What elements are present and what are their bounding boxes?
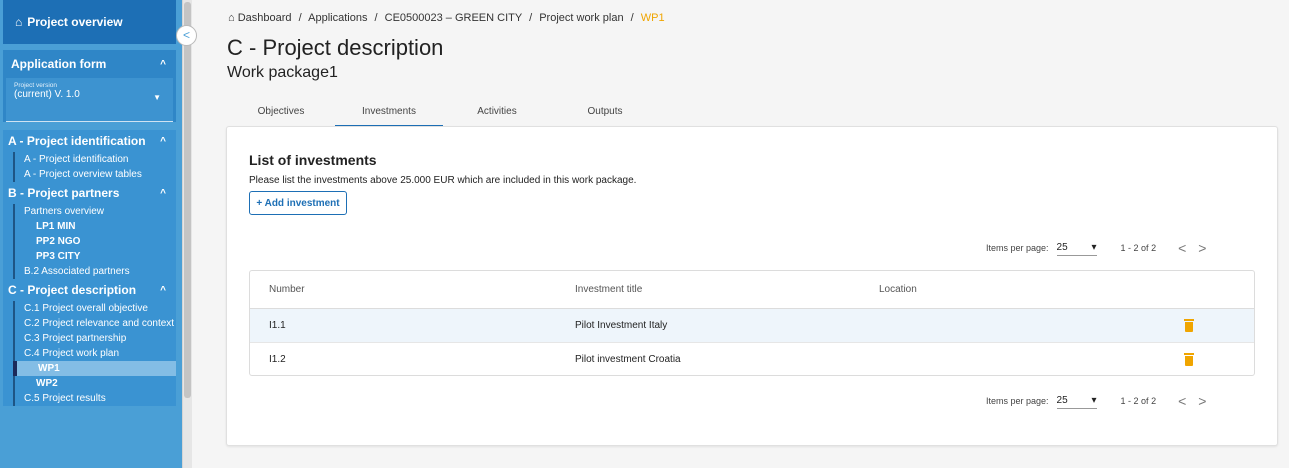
pagination-nav: <> xyxy=(1178,393,1218,409)
investments-description: Please list the investments above 25.000… xyxy=(249,175,637,186)
cell-title: Pilot investment Croatia xyxy=(575,354,681,365)
tab-bar: Objectives Investments Activities Output… xyxy=(227,97,659,127)
sidebar-item-c3[interactable]: C.3 Project partnership xyxy=(15,331,176,346)
breadcrumb-separator: / xyxy=(529,12,533,24)
next-page-icon[interactable]: > xyxy=(1198,240,1218,256)
paginator-bottom: Items per page: 25 ▾ 1 - 2 of 2 <> xyxy=(986,393,1218,409)
breadcrumb-work-plan[interactable]: Project work plan xyxy=(539,12,623,24)
sidebar-item-wp2[interactable]: WP2 xyxy=(15,376,176,391)
page-range: 1 - 2 of 2 xyxy=(1120,243,1157,253)
breadcrumb-applications[interactable]: Applications xyxy=(308,12,367,24)
investments-table: Number Investment title Location I1.1 Pi… xyxy=(249,270,1255,376)
dropdown-arrow-icon: ▾ xyxy=(1091,242,1097,253)
section-a-items: A - Project identification A - Project o… xyxy=(13,152,176,182)
breadcrumb-current: WP1 xyxy=(640,12,665,24)
chevron-left-icon: < xyxy=(182,28,190,42)
section-a-toggle[interactable]: A - Project identification ^ xyxy=(3,130,176,152)
section-b-title: B - Project partners xyxy=(8,186,120,200)
sidebar-item-associated-partners[interactable]: B.2 Associated partners xyxy=(15,264,176,279)
section-c-title: C - Project description xyxy=(8,283,137,297)
breadcrumb-separator: / xyxy=(298,12,302,24)
project-version-value: (current) V. 1.0 xyxy=(14,89,80,100)
investments-card: List of investments Please list the inve… xyxy=(226,126,1278,446)
page-subtitle: Work package1 xyxy=(227,64,338,81)
project-version-label: Project version xyxy=(14,82,57,89)
chevron-up-icon: ^ xyxy=(160,187,166,199)
breadcrumb-project[interactable]: CE0500023 – GREEN CITY xyxy=(385,12,522,24)
section-b-toggle[interactable]: B - Project partners ^ xyxy=(3,182,176,204)
sidebar-item-a-overview-tables[interactable]: A - Project overview tables xyxy=(15,167,176,182)
table-header-row: Number Investment title Location xyxy=(250,271,1254,308)
delete-icon[interactable] xyxy=(1184,353,1194,366)
column-header-number[interactable]: Number xyxy=(269,284,305,295)
sidebar-item-partners-overview[interactable]: Partners overview xyxy=(15,204,176,219)
investments-title: List of investments xyxy=(249,152,377,168)
sidebar-item-wp1[interactable]: WP1 xyxy=(13,361,176,376)
cell-title: Pilot Investment Italy xyxy=(575,320,668,331)
tab-activities[interactable]: Activities xyxy=(443,97,551,127)
sidebar-item-c1[interactable]: C.1 Project overall objective xyxy=(15,301,176,316)
cell-number: I1.1 xyxy=(269,320,286,331)
project-version-select[interactable]: Project version (current) V. 1.0 ▼ xyxy=(6,78,173,122)
column-header-title[interactable]: Investment title xyxy=(575,284,642,295)
tab-objectives[interactable]: Objectives xyxy=(227,97,335,127)
section-b-items: Partners overview LP1 MIN PP2 NGO PP3 CI… xyxy=(13,204,176,279)
pagination-nav: <> xyxy=(1178,240,1218,256)
breadcrumb-dashboard[interactable]: Dashboard xyxy=(238,12,292,24)
tab-outputs[interactable]: Outputs xyxy=(551,97,659,127)
breadcrumb-separator: / xyxy=(374,12,378,24)
application-form-label: Application form xyxy=(11,57,107,71)
main-content: ⌂ Dashboard / Applications / CE0500023 –… xyxy=(192,0,1289,468)
dropdown-arrow-icon: ▼ xyxy=(153,93,161,102)
delete-icon[interactable] xyxy=(1184,319,1194,332)
sidebar-item-c5[interactable]: C.5 Project results xyxy=(15,391,176,406)
breadcrumb-separator: / xyxy=(630,12,634,24)
section-c-toggle[interactable]: C - Project description ^ xyxy=(3,279,176,301)
cell-number: I1.2 xyxy=(269,354,286,365)
tab-investments[interactable]: Investments xyxy=(335,97,443,127)
previous-page-icon[interactable]: < xyxy=(1178,393,1198,409)
items-per-page-label: Items per page: xyxy=(986,243,1049,253)
page-title: C - Project description xyxy=(227,35,444,60)
previous-page-icon[interactable]: < xyxy=(1178,240,1198,256)
page-size-select[interactable]: 25 ▾ xyxy=(1056,393,1097,409)
home-icon: ⌂ xyxy=(15,15,23,29)
table-row[interactable]: I1.2 Pilot investment Croatia xyxy=(250,342,1254,376)
page-size-value: 25 xyxy=(1056,242,1068,253)
project-overview-label: Project overview xyxy=(27,15,123,29)
collapse-sidebar-button[interactable]: < xyxy=(176,25,197,46)
chevron-up-icon: ^ xyxy=(160,58,166,70)
paginator-top: Items per page: 25 ▾ 1 - 2 of 2 <> xyxy=(986,240,1218,256)
page-size-select[interactable]: 25 ▾ xyxy=(1056,240,1097,256)
scrollbar-thumb[interactable] xyxy=(184,2,191,398)
chevron-up-icon: ^ xyxy=(160,135,166,147)
sidebar-item-lp1[interactable]: LP1 MIN xyxy=(15,219,176,234)
add-investment-button[interactable]: + Add investment xyxy=(249,191,347,215)
next-page-icon[interactable]: > xyxy=(1198,393,1218,409)
breadcrumb: ⌂ Dashboard / Applications / CE0500023 –… xyxy=(228,12,665,24)
column-header-location[interactable]: Location xyxy=(879,284,917,295)
items-per-page-label: Items per page: xyxy=(986,396,1049,406)
chevron-up-icon: ^ xyxy=(160,284,166,296)
sidebar-item-c2[interactable]: C.2 Project relevance and context xyxy=(15,316,176,331)
application-form-toggle[interactable]: Application form ^ xyxy=(3,50,176,78)
sidebar-scrollbar[interactable] xyxy=(182,0,192,468)
sidebar-item-pp2[interactable]: PP2 NGO xyxy=(15,234,176,249)
sidebar-item-c4[interactable]: C.4 Project work plan xyxy=(15,346,176,361)
application-form-section: Application form ^ Project version (curr… xyxy=(3,50,176,122)
project-overview-link[interactable]: ⌂ Project overview xyxy=(3,0,176,44)
page-size-value: 25 xyxy=(1056,395,1068,406)
sidebar: ⌂ Project overview Application form ^ Pr… xyxy=(0,0,182,468)
section-a-title: A - Project identification xyxy=(8,134,146,148)
sidebar-navigation: A - Project identification ^ A - Project… xyxy=(3,130,176,406)
section-c-items: C.1 Project overall objective C.2 Projec… xyxy=(13,301,176,406)
home-icon: ⌂ xyxy=(228,12,235,24)
dropdown-arrow-icon: ▾ xyxy=(1091,395,1097,406)
sidebar-item-a-identification[interactable]: A - Project identification xyxy=(15,152,176,167)
sidebar-item-pp3[interactable]: PP3 CITY xyxy=(15,249,176,264)
page-range: 1 - 2 of 2 xyxy=(1120,396,1157,406)
table-row[interactable]: I1.1 Pilot Investment Italy xyxy=(250,308,1254,342)
